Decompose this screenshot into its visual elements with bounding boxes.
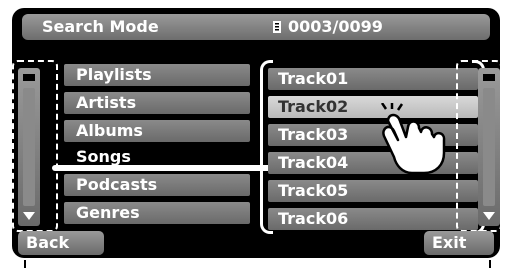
- title-bar: Search Mode 0003/0099: [22, 14, 490, 40]
- category-albums[interactable]: Albums: [64, 120, 250, 142]
- track-item-06[interactable]: Track06: [268, 208, 478, 230]
- category-genres[interactable]: Genres: [64, 202, 250, 224]
- page-title: Search Mode: [42, 17, 159, 36]
- track-item-01[interactable]: Track01: [268, 68, 478, 90]
- right-scrollbar[interactable]: [478, 68, 500, 226]
- left-scrollbar[interactable]: [18, 68, 40, 226]
- file-icon: [273, 21, 281, 33]
- scroll-track[interactable]: [483, 88, 495, 206]
- left-callout-line: [24, 260, 26, 268]
- touch-pointer-icon: [380, 103, 446, 175]
- search-mode-screen: Search Mode 0003/0099 Playlists Artists …: [12, 8, 500, 258]
- scroll-knob[interactable]: [483, 74, 495, 81]
- scroll-down-icon[interactable]: [23, 212, 35, 220]
- scroll-knob[interactable]: [23, 74, 35, 81]
- scroll-track[interactable]: [23, 88, 35, 206]
- scroll-down-icon[interactable]: [483, 212, 495, 220]
- category-playlists[interactable]: Playlists: [64, 64, 250, 86]
- category-podcasts[interactable]: Podcasts: [64, 174, 250, 196]
- back-button[interactable]: Back: [18, 231, 104, 255]
- selection-connector: [52, 165, 272, 171]
- track-counter: 0003/0099: [288, 17, 383, 36]
- exit-button[interactable]: Exit: [424, 231, 494, 255]
- category-artists[interactable]: Artists: [64, 92, 250, 114]
- track-item-05[interactable]: Track05: [268, 180, 478, 202]
- right-callout-line: [489, 260, 491, 268]
